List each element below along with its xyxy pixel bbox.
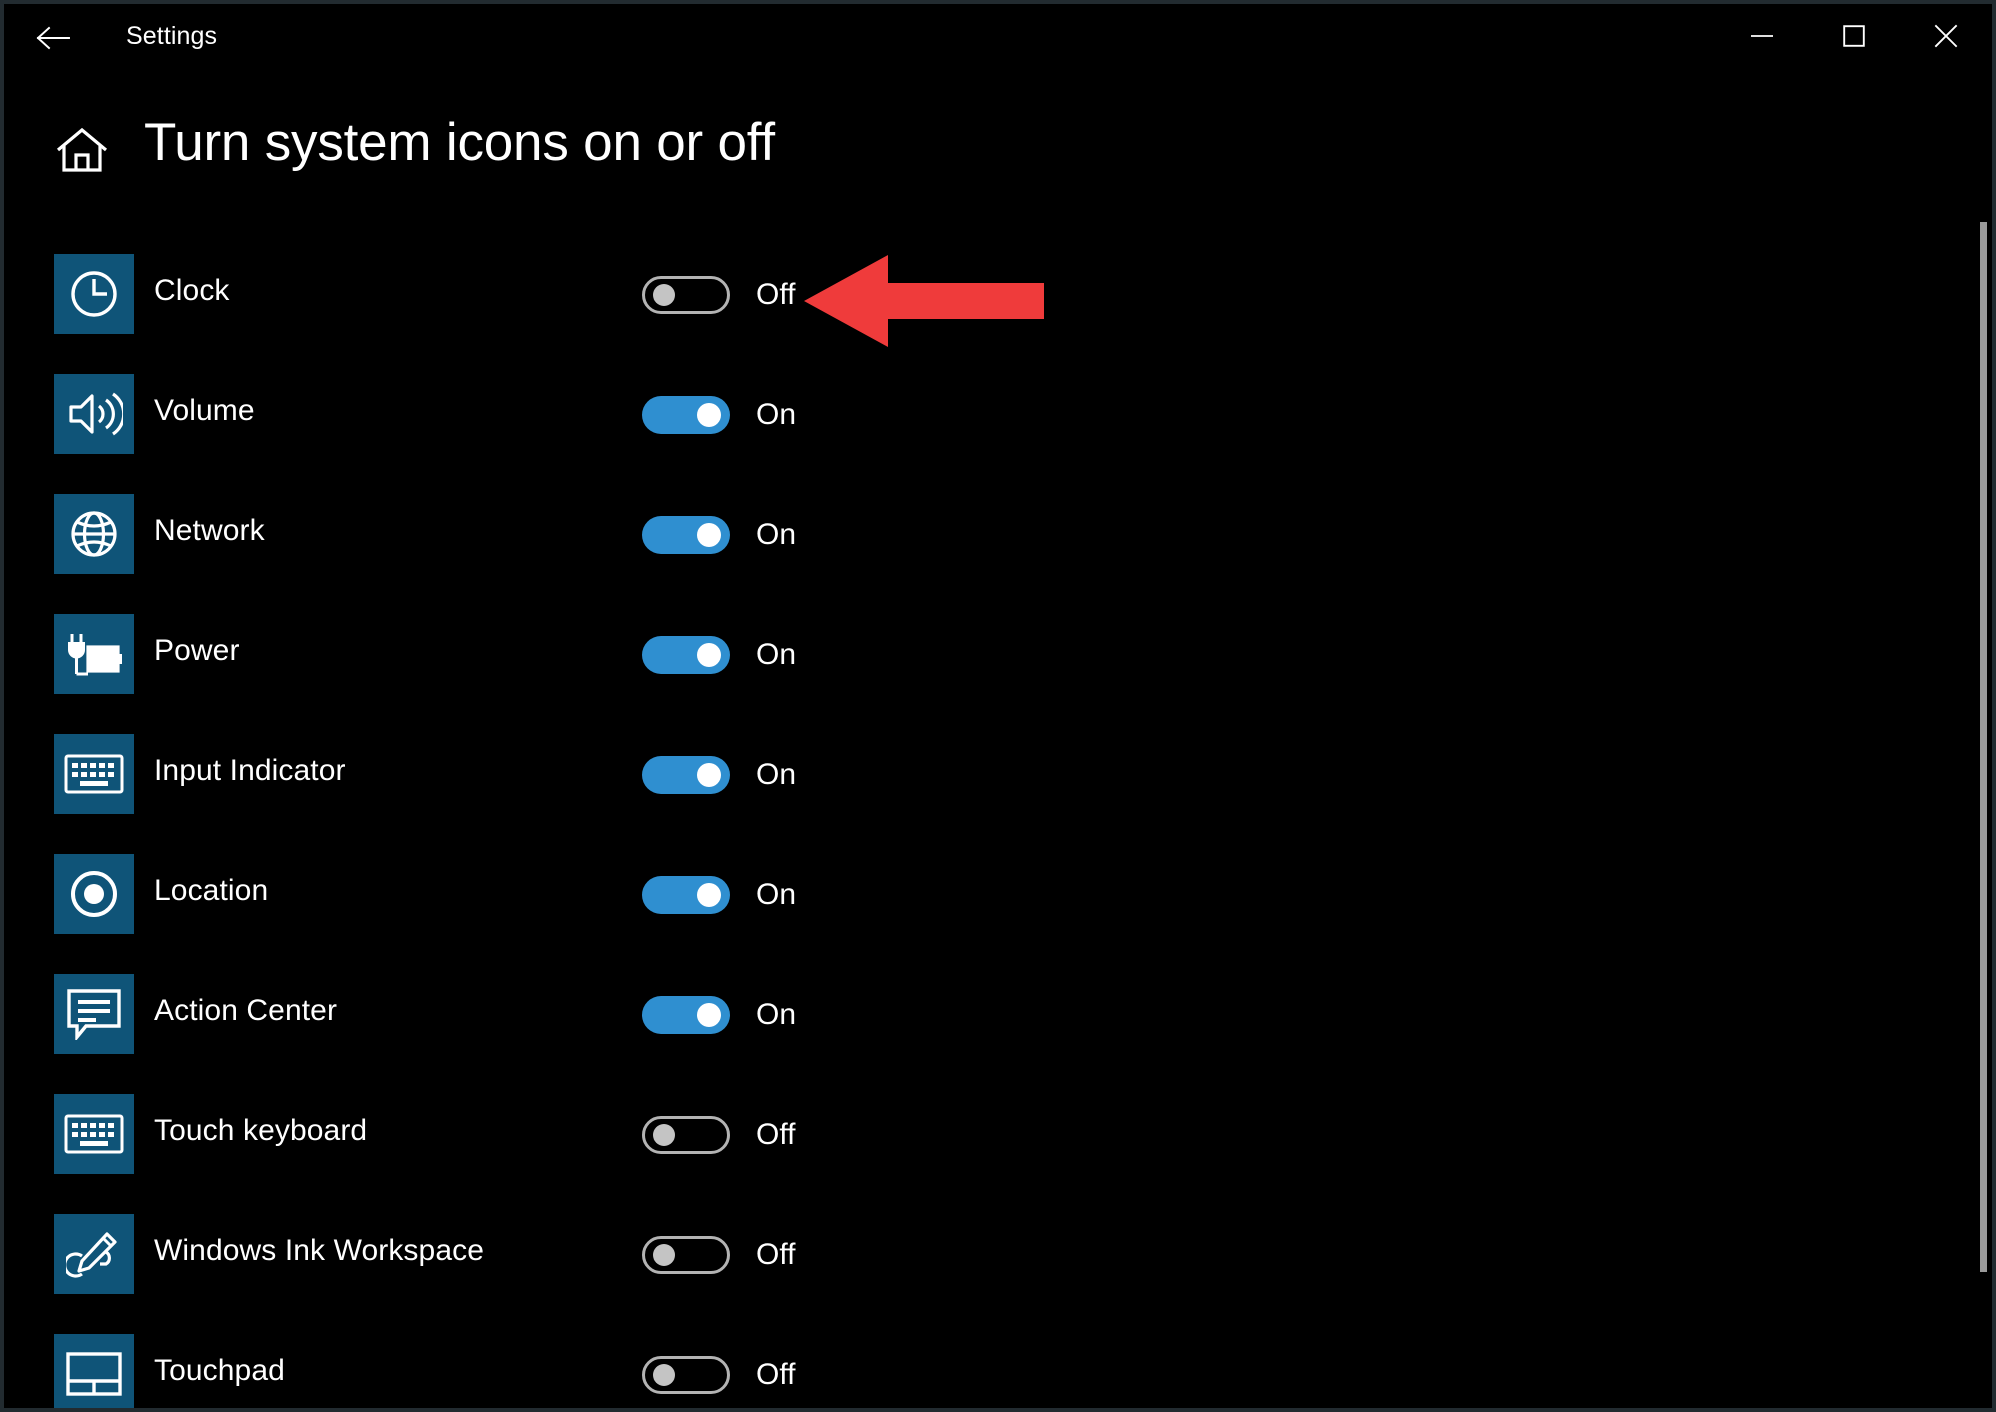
- toggle-switch[interactable]: [642, 1116, 730, 1154]
- touchpad-icon: [54, 1334, 134, 1408]
- toggle-switch[interactable]: [642, 1356, 730, 1394]
- settings-window: Settings Turn system icons on or off Clo…: [0, 0, 1996, 1412]
- toggle-group: On: [642, 516, 796, 554]
- row-label: Input Indicator: [154, 754, 346, 787]
- toggle-state-label: On: [756, 518, 797, 551]
- power-battery-icon: [54, 614, 134, 694]
- toggle-thumb: [653, 284, 675, 306]
- maximize-icon: [1843, 25, 1865, 47]
- table-row: Input Indicator On: [4, 716, 1992, 836]
- table-row: Touchpad Off: [4, 1316, 1992, 1408]
- keyboard-icon: [54, 734, 134, 814]
- table-row: Volume On: [4, 356, 1992, 476]
- toggle-state-label: On: [756, 638, 797, 671]
- toggle-thumb: [653, 1364, 675, 1386]
- toggle-state-label: Off: [756, 1358, 796, 1391]
- toggle-thumb: [697, 1003, 721, 1027]
- table-row: Clock Off: [4, 236, 1992, 356]
- volume-speaker-icon: [54, 374, 134, 454]
- minimize-icon: [1750, 30, 1774, 42]
- page-title: Turn system icons on or off: [144, 113, 775, 172]
- pen-ink-icon: [54, 1214, 134, 1294]
- toggle-switch[interactable]: [642, 516, 730, 554]
- toggle-switch[interactable]: [642, 1236, 730, 1274]
- toggle-group: On: [642, 996, 796, 1034]
- network-globe-icon: [54, 494, 134, 574]
- maximize-button[interactable]: [1808, 4, 1900, 68]
- table-row: Windows Ink Workspace Off: [4, 1196, 1992, 1316]
- app-title: Settings: [126, 22, 218, 50]
- table-row: Location On: [4, 836, 1992, 956]
- toggle-state-label: Off: [756, 1118, 796, 1151]
- toggle-state-label: On: [756, 998, 797, 1031]
- toggle-switch[interactable]: [642, 876, 730, 914]
- home-button[interactable]: [54, 126, 110, 174]
- toggle-group: Off: [642, 1356, 795, 1394]
- back-button[interactable]: [22, 8, 84, 68]
- clock-icon: [54, 254, 134, 334]
- toggle-switch[interactable]: [642, 276, 730, 314]
- system-icons-list: Clock Off Volume On Network On Power On …: [4, 236, 1992, 1408]
- row-label: Touchpad: [154, 1354, 285, 1387]
- row-label: Network: [154, 514, 265, 547]
- table-row: Touch keyboard Off: [4, 1076, 1992, 1196]
- table-row: Power On: [4, 596, 1992, 716]
- toggle-state-label: On: [756, 878, 797, 911]
- location-target-icon: [54, 854, 134, 934]
- scrollbar-thumb[interactable]: [1980, 222, 1987, 1272]
- toggle-group: On: [642, 756, 796, 794]
- table-row: Action Center On: [4, 956, 1992, 1076]
- scrollbar[interactable]: [1976, 184, 1988, 1404]
- toggle-thumb: [697, 523, 721, 547]
- toggle-switch[interactable]: [642, 996, 730, 1034]
- toggle-thumb: [697, 883, 721, 907]
- toggle-state-label: Off: [756, 1238, 796, 1271]
- toggle-thumb: [697, 403, 721, 427]
- toggle-switch[interactable]: [642, 756, 730, 794]
- toggle-group: Off: [642, 276, 795, 314]
- close-button[interactable]: [1900, 4, 1992, 68]
- window-caption-buttons: [1716, 4, 1992, 68]
- table-row: Network On: [4, 476, 1992, 596]
- toggle-switch[interactable]: [642, 396, 730, 434]
- toggle-thumb: [697, 763, 721, 787]
- back-arrow-icon: [36, 26, 70, 50]
- toggle-thumb: [653, 1124, 675, 1146]
- touch-keyboard-icon: [54, 1094, 134, 1174]
- row-label: Power: [154, 634, 240, 667]
- row-label: Windows Ink Workspace: [154, 1234, 484, 1267]
- minimize-button[interactable]: [1716, 4, 1808, 68]
- toggle-group: Off: [642, 1236, 795, 1274]
- toggle-group: On: [642, 636, 796, 674]
- toggle-state-label: Off: [756, 278, 796, 311]
- toggle-group: On: [642, 876, 796, 914]
- toggle-switch[interactable]: [642, 636, 730, 674]
- action-center-icon: [54, 974, 134, 1054]
- toggle-group: Off: [642, 1116, 795, 1154]
- toggle-thumb: [697, 643, 721, 667]
- title-bar: Settings: [4, 4, 1992, 72]
- toggle-group: On: [642, 396, 796, 434]
- row-label: Action Center: [154, 994, 338, 1027]
- home-icon: [54, 126, 110, 174]
- close-icon: [1934, 24, 1958, 48]
- row-label: Volume: [154, 394, 255, 427]
- toggle-state-label: On: [756, 758, 797, 791]
- row-label: Location: [154, 874, 269, 907]
- toggle-thumb: [653, 1244, 675, 1266]
- row-label: Touch keyboard: [154, 1114, 368, 1147]
- toggle-state-label: On: [756, 398, 797, 431]
- row-label: Clock: [154, 274, 230, 307]
- page-header: Turn system icons on or off: [4, 82, 1992, 192]
